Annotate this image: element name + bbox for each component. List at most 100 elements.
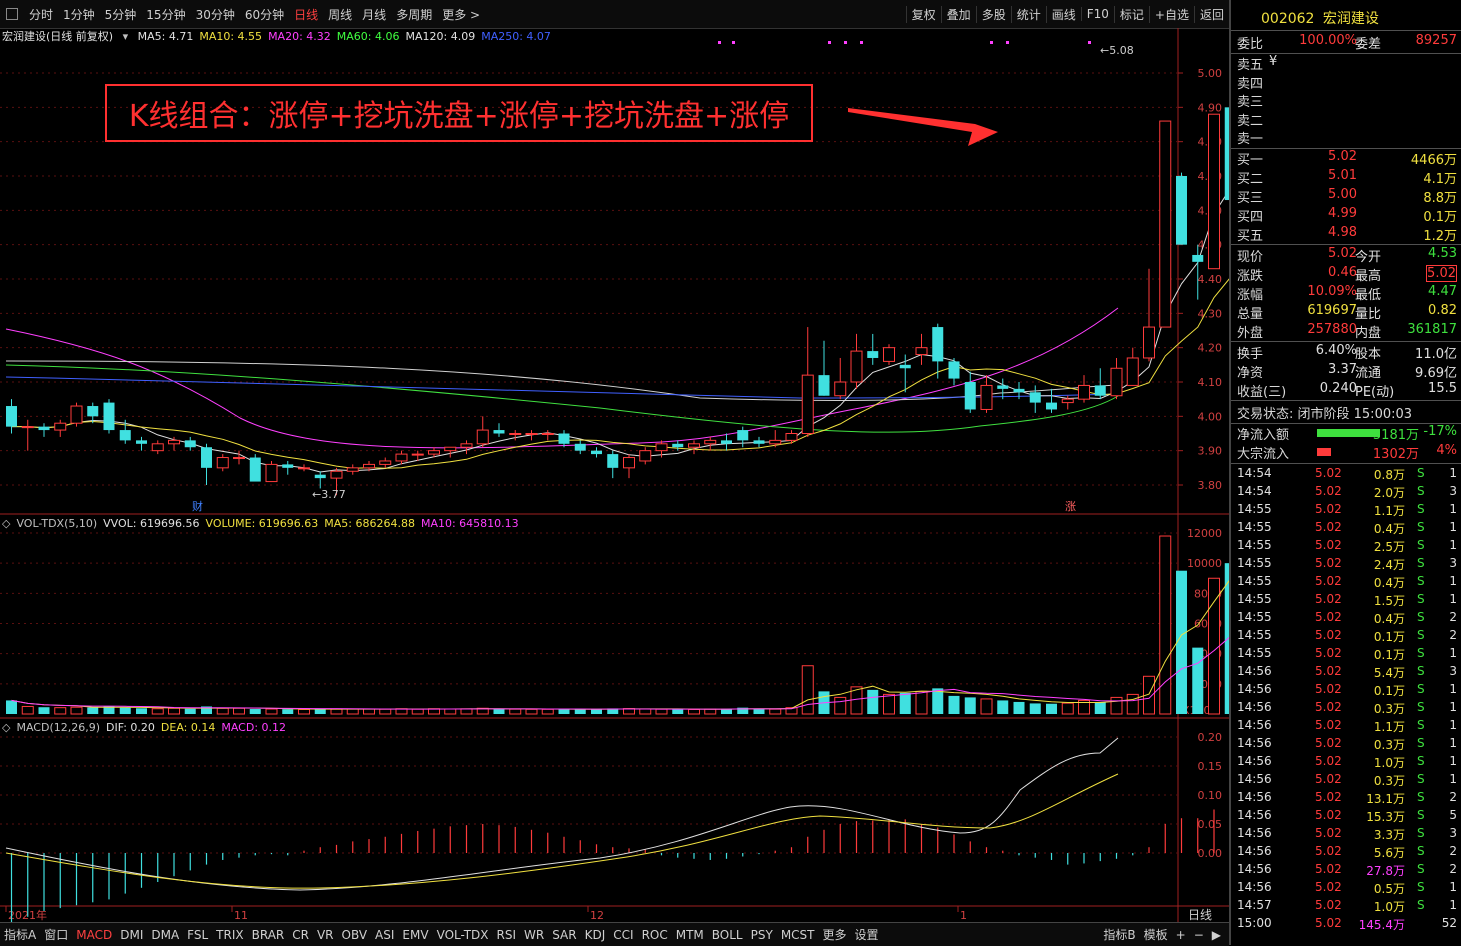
tick-time: 14:56 <box>1237 862 1272 876</box>
volume-bar <box>688 708 700 715</box>
indicator-tab[interactable]: BRAR <box>248 928 289 942</box>
quote-label: 外盘 <box>1237 326 1264 341</box>
tick-volume: 2.4万 <box>1373 558 1405 572</box>
signal-dot <box>828 41 831 44</box>
tick-count: 1 <box>1449 466 1457 480</box>
period-tab[interactable]: 更多 > <box>437 6 485 23</box>
indicator-tab[interactable]: EMV <box>398 928 432 942</box>
period-tab[interactable]: 多周期 <box>391 6 437 23</box>
indicator-tab[interactable]: SAR <box>548 928 580 942</box>
bottom-control[interactable]: 指标B <box>1099 926 1139 943</box>
volume-bar <box>964 697 976 714</box>
indicator-tab[interactable]: DMI <box>116 928 147 942</box>
candle-body <box>1176 176 1187 245</box>
volume-bar <box>704 708 717 715</box>
indicator-tab[interactable]: ASI <box>371 928 398 942</box>
indicator-tab[interactable]: MCST <box>777 928 819 942</box>
toolbar-button[interactable]: 返回 <box>1193 5 1229 23</box>
toolbar-button[interactable]: 画线 <box>1045 5 1081 23</box>
period-tab[interactable]: 1分钟 <box>58 6 100 23</box>
indicator-tab[interactable]: BOLL <box>708 928 747 942</box>
limit-up-marker: 涨 <box>1065 500 1076 513</box>
indicator-tab[interactable]: TRIX <box>212 928 247 942</box>
quote-value: 257880 <box>1307 322 1357 337</box>
indicator-tab[interactable]: CCI <box>609 928 637 942</box>
tick-row: 14:55 5.02 2.4万 S 3 <box>1231 556 1461 574</box>
quote-row: 外盘 257880 内盘 361817 <box>1231 322 1461 341</box>
volume-bar <box>265 708 278 715</box>
period-tab[interactable]: 日线 <box>289 6 323 23</box>
tick-time: 14:55 <box>1237 592 1272 606</box>
toolbar-button[interactable]: 复权 <box>905 5 941 23</box>
volume-bar <box>525 708 538 715</box>
tick-side: S <box>1417 736 1425 750</box>
bottom-control[interactable]: ▶ <box>1208 928 1225 942</box>
tick-side: S <box>1417 700 1425 714</box>
tick-side: S <box>1417 628 1425 642</box>
volume-bar <box>655 708 668 715</box>
indicator-tab[interactable]: 窗口 <box>40 926 72 943</box>
indicator-tab[interactable]: DMA <box>147 928 183 942</box>
period-tab[interactable]: 周线 <box>323 6 357 23</box>
indicator-tab[interactable]: MTM <box>672 928 708 942</box>
quote-value: 0.82 <box>1428 303 1457 318</box>
indicator-tab[interactable]: 设置 <box>851 926 883 943</box>
period-tab[interactable]: 月线 <box>357 6 391 23</box>
tick-count: 1 <box>1449 772 1457 786</box>
tick-count: 2 <box>1449 862 1457 876</box>
toolbar-button[interactable]: F10 <box>1080 7 1114 21</box>
kline-chart-area[interactable]: 5.004.904.804.704.604.504.404.304.204.10… <box>0 28 1229 922</box>
tick-count: 1 <box>1449 520 1457 534</box>
tick-count: 1 <box>1449 682 1457 696</box>
volume-bar <box>314 708 326 714</box>
period-tab[interactable]: 60分钟 <box>240 6 289 23</box>
tick-volume: 0.5万 <box>1373 882 1405 896</box>
bottom-control[interactable]: − <box>1190 928 1208 942</box>
tick-side: S <box>1417 772 1425 786</box>
bottom-control[interactable]: + <box>1172 928 1190 942</box>
period-tab[interactable]: 5分钟 <box>100 6 142 23</box>
indicator-tab[interactable]: VOL-TDX <box>433 928 493 942</box>
candle-body <box>558 433 570 444</box>
date-tick-label: 11 <box>234 909 248 922</box>
bottom-control[interactable]: 模板 <box>1140 926 1172 943</box>
indicator-tab[interactable]: WR <box>520 928 548 942</box>
period-tab[interactable]: 15分钟 <box>141 6 190 23</box>
indicator-tab[interactable]: MACD <box>72 928 116 942</box>
tick-side: S <box>1417 538 1425 552</box>
indicator-tab[interactable]: KDJ <box>581 928 610 942</box>
period-tab[interactable]: 分时 <box>24 6 58 23</box>
tick-price: 5.02 <box>1315 808 1342 822</box>
indicator-tab[interactable]: VR <box>313 928 338 942</box>
chart-canvas[interactable]: 5.004.904.804.704.604.504.404.304.204.10… <box>0 28 1229 922</box>
tick-time: 14:56 <box>1237 754 1272 768</box>
candle-body <box>867 351 879 358</box>
price-tick-label: 3.80 <box>1198 479 1223 492</box>
tick-price: 5.02 <box>1315 790 1342 804</box>
indicator-tab[interactable]: 指标A <box>0 926 40 943</box>
toolbar-button[interactable]: +自选 <box>1148 5 1194 23</box>
indicator-tab[interactable]: ROC <box>638 928 672 942</box>
indicator-tab[interactable]: 更多 <box>819 926 851 943</box>
toolbar-button[interactable]: 标记 <box>1113 5 1149 23</box>
window-toggle-icon[interactable] <box>6 8 18 20</box>
collapse-icon[interactable]: ◇ <box>2 721 10 734</box>
tick-price: 5.02 <box>1315 520 1342 534</box>
indicator-tab[interactable]: CR <box>288 928 313 942</box>
toolbar-button[interactable]: 叠加 <box>940 5 976 23</box>
candle-body <box>493 430 505 434</box>
tick-count: 2 <box>1449 790 1457 804</box>
indicator-tab[interactable]: OBV <box>338 928 372 942</box>
collapse-icon[interactable]: ◇ <box>2 517 10 530</box>
tick-price: 5.02 <box>1315 916 1342 930</box>
period-tab[interactable]: 30分钟 <box>191 6 240 23</box>
date-tick-label: 12 <box>590 909 604 922</box>
toolbar-button[interactable]: 多股 <box>975 5 1011 23</box>
ma5-line <box>11 189 1229 473</box>
indicator-tab[interactable]: PSY <box>747 928 777 942</box>
indicator-tab[interactable]: FSL <box>183 928 212 942</box>
indicator-tab[interactable]: RSI <box>493 928 521 942</box>
toolbar-button[interactable]: 统计 <box>1010 5 1046 23</box>
tick-row: 14:54 5.02 0.8万 S 1 <box>1231 466 1461 484</box>
settings-icon[interactable]: ▾ <box>123 30 129 43</box>
